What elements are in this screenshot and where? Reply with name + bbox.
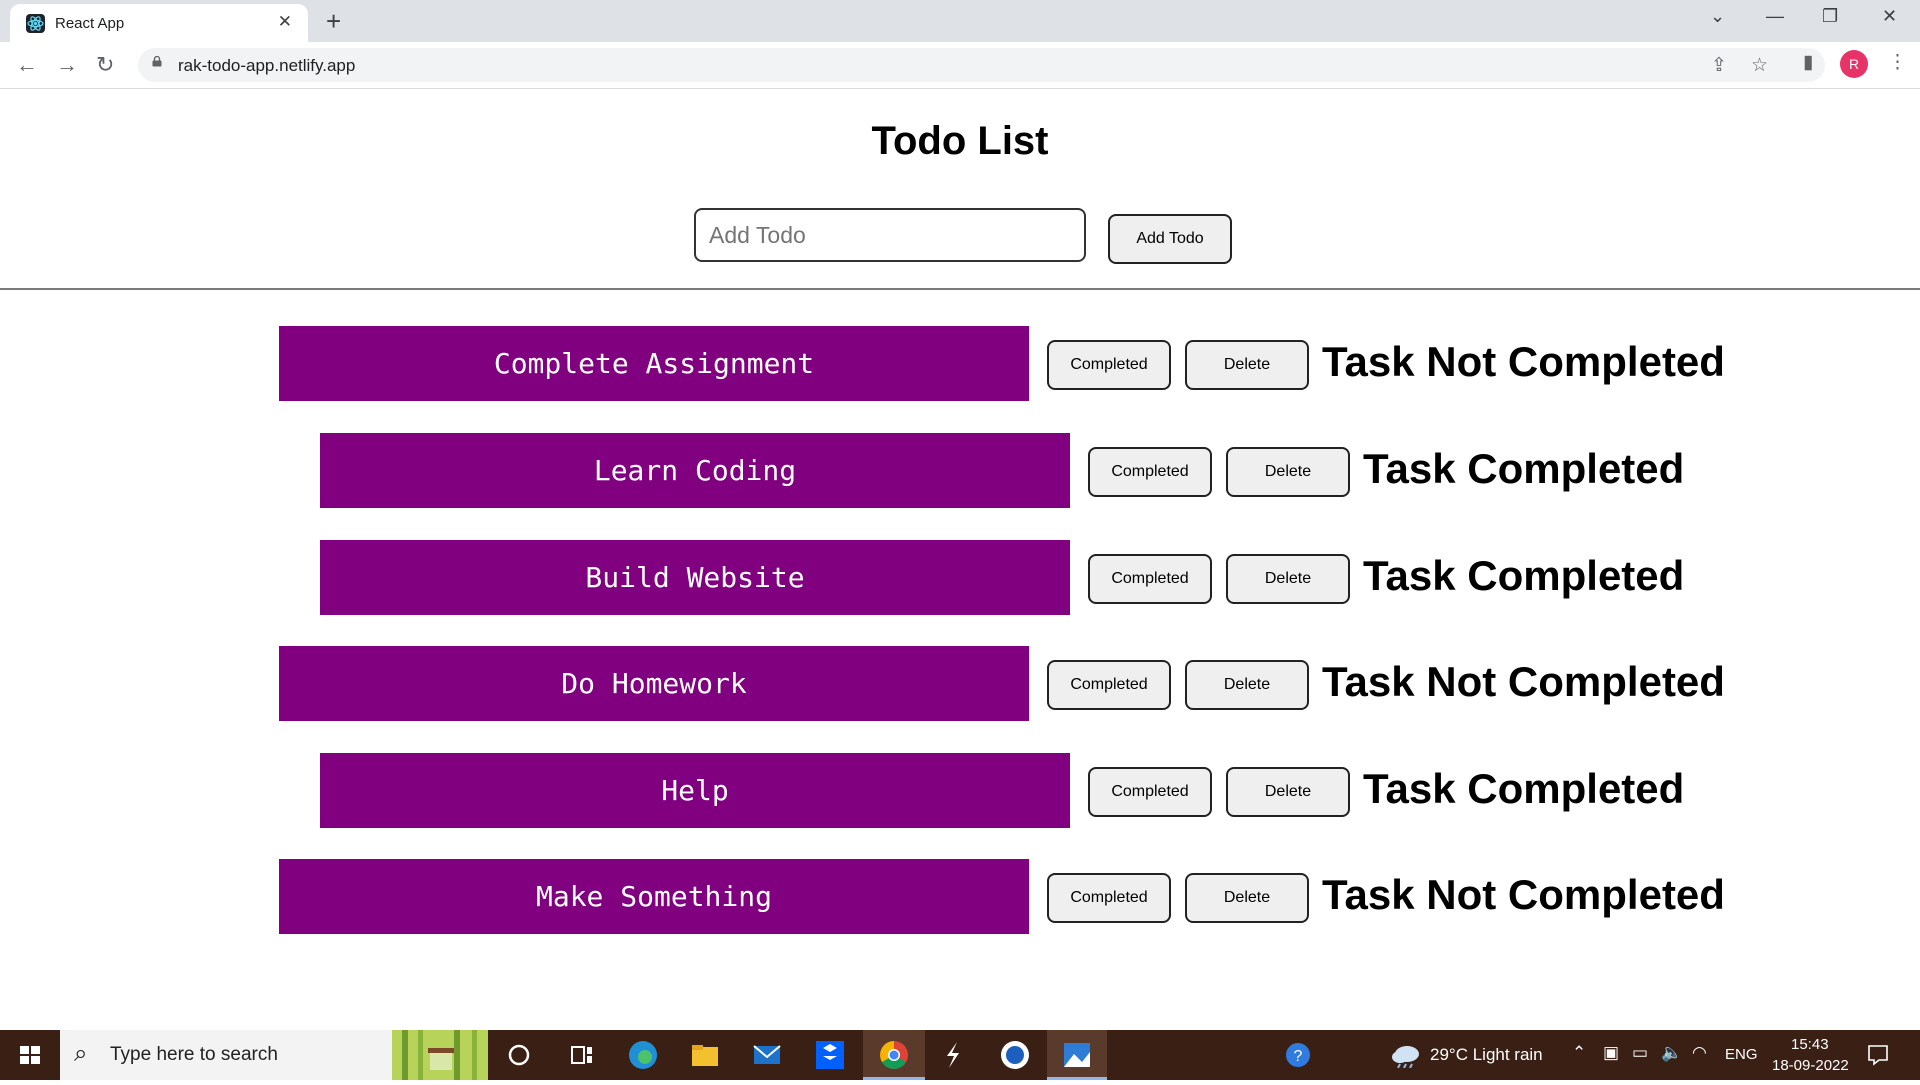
completed-button[interactable]: Completed bbox=[1088, 767, 1212, 817]
tab-title: React App bbox=[55, 15, 125, 32]
windows-logo-icon bbox=[20, 1046, 40, 1064]
volume-icon[interactable]: 🔈 bbox=[1661, 1043, 1682, 1063]
dropbox-icon[interactable] bbox=[813, 1038, 847, 1072]
url-text[interactable]: rak-todo-app.netlify.app bbox=[178, 56, 355, 76]
todo-status: Task Not Completed bbox=[1322, 871, 1725, 918]
completed-button[interactable]: Completed bbox=[1047, 340, 1171, 390]
todo-text: Help bbox=[320, 753, 1070, 828]
chrome-icon bbox=[880, 1041, 908, 1069]
todo-status: Task Completed bbox=[1363, 552, 1685, 599]
weather-text[interactable]: 29°C Light rain bbox=[1430, 1045, 1543, 1065]
photos-icon bbox=[1064, 1043, 1090, 1067]
page-content: Todo List Add Todo Complete Assignment C… bbox=[0, 89, 1920, 1029]
meet-now-icon[interactable]: ▣ bbox=[1603, 1043, 1619, 1063]
edge-icon[interactable] bbox=[626, 1038, 660, 1072]
delete-button[interactable]: Delete bbox=[1226, 767, 1350, 817]
todo-text: Make Something bbox=[279, 859, 1029, 934]
todo-status: Task Completed bbox=[1363, 445, 1685, 492]
notification-center-icon[interactable] bbox=[1866, 1043, 1890, 1067]
wifi-icon[interactable]: ◠ bbox=[1692, 1043, 1707, 1063]
task-view-icon[interactable] bbox=[565, 1038, 599, 1072]
minimize-icon[interactable]: — bbox=[1766, 6, 1784, 27]
search-placeholder: Type here to search bbox=[110, 1044, 278, 1065]
app-w-icon[interactable] bbox=[998, 1038, 1032, 1072]
restore-icon[interactable]: ❐ bbox=[1822, 6, 1838, 27]
completed-button[interactable]: Completed bbox=[1047, 660, 1171, 710]
completed-button[interactable]: Completed bbox=[1047, 873, 1171, 923]
todo-text: Complete Assignment bbox=[279, 326, 1029, 401]
add-todo-button[interactable]: Add Todo bbox=[1108, 214, 1232, 264]
chrome-taskbar-button[interactable] bbox=[863, 1030, 925, 1080]
divider bbox=[0, 288, 1920, 290]
battery-icon[interactable]: ▭ bbox=[1632, 1043, 1648, 1063]
add-todo-input[interactable] bbox=[694, 208, 1086, 262]
delete-button[interactable]: Delete bbox=[1185, 340, 1309, 390]
bookmark-star-icon[interactable]: ☆ bbox=[1751, 54, 1768, 77]
clock-time[interactable]: 15:43 bbox=[1791, 1036, 1829, 1053]
reload-icon[interactable]: ↻ bbox=[96, 52, 114, 78]
new-tab-icon[interactable]: + bbox=[326, 5, 341, 37]
browser-menu-icon[interactable]: ⋮ bbox=[1888, 51, 1907, 74]
share-icon[interactable]: ⇪ bbox=[1711, 54, 1727, 77]
taskbar-search-box[interactable]: ⌕ Type here to search bbox=[60, 1030, 488, 1080]
tray-chevron-up-icon[interactable]: ⌃ bbox=[1572, 1043, 1586, 1063]
delete-button[interactable]: Delete bbox=[1226, 447, 1350, 497]
cortana-icon[interactable] bbox=[502, 1038, 536, 1072]
language-indicator[interactable]: ENG bbox=[1725, 1046, 1758, 1063]
mail-icon[interactable] bbox=[750, 1038, 784, 1072]
tab-search-chevron-icon[interactable]: ⌄ bbox=[1710, 6, 1725, 27]
todo-text: Build Website bbox=[320, 540, 1070, 615]
window-close-icon[interactable]: ✕ bbox=[1882, 6, 1897, 27]
clock-date[interactable]: 18-09-2022 bbox=[1772, 1057, 1849, 1074]
weather-cloud-icon bbox=[1392, 1046, 1419, 1068]
svg-text:?: ? bbox=[1294, 1048, 1303, 1065]
browser-toolbar: ← → ↻ rak-todo-app.netlify.app ⇪ ☆ ▮ R ⋮ bbox=[0, 42, 1920, 89]
completed-button[interactable]: Completed bbox=[1088, 447, 1212, 497]
delete-button[interactable]: Delete bbox=[1185, 660, 1309, 710]
side-panel-icon[interactable]: ▮ bbox=[1803, 51, 1813, 74]
file-explorer-icon[interactable] bbox=[688, 1038, 722, 1072]
search-highlight-image bbox=[392, 1030, 488, 1080]
todo-text: Do Homework bbox=[279, 646, 1029, 721]
todo-status: Task Not Completed bbox=[1322, 658, 1725, 705]
todo-status: Task Completed bbox=[1363, 765, 1685, 812]
windows-taskbar: ⌕ Type here to search ? 29°C Light rain … bbox=[0, 1030, 1920, 1080]
start-button[interactable] bbox=[0, 1030, 60, 1080]
browser-tab[interactable]: React App ✕ bbox=[10, 4, 308, 42]
tab-close-icon[interactable]: ✕ bbox=[278, 12, 292, 32]
profile-avatar[interactable]: R bbox=[1840, 50, 1868, 78]
delete-button[interactable]: Delete bbox=[1185, 873, 1309, 923]
back-icon[interactable]: ← bbox=[16, 52, 38, 78]
react-favicon-icon bbox=[26, 14, 45, 33]
delete-button[interactable]: Delete bbox=[1226, 554, 1350, 604]
search-icon: ⌕ bbox=[74, 1040, 88, 1067]
help-icon[interactable]: ? bbox=[1281, 1038, 1315, 1072]
todo-status: Task Not Completed bbox=[1322, 338, 1725, 385]
forward-icon[interactable]: → bbox=[56, 52, 78, 78]
browser-tab-strip: React App ✕ + ⌄ — ❐ ✕ bbox=[0, 0, 1920, 42]
photos-taskbar-button[interactable] bbox=[1047, 1030, 1107, 1080]
todo-text: Learn Coding bbox=[320, 433, 1070, 508]
page-title: Todo List bbox=[871, 119, 1049, 163]
app-s-icon[interactable] bbox=[936, 1038, 970, 1072]
address-bar[interactable]: rak-todo-app.netlify.app ⇪ ☆ bbox=[138, 48, 1825, 82]
lock-icon bbox=[152, 56, 162, 67]
completed-button[interactable]: Completed bbox=[1088, 554, 1212, 604]
